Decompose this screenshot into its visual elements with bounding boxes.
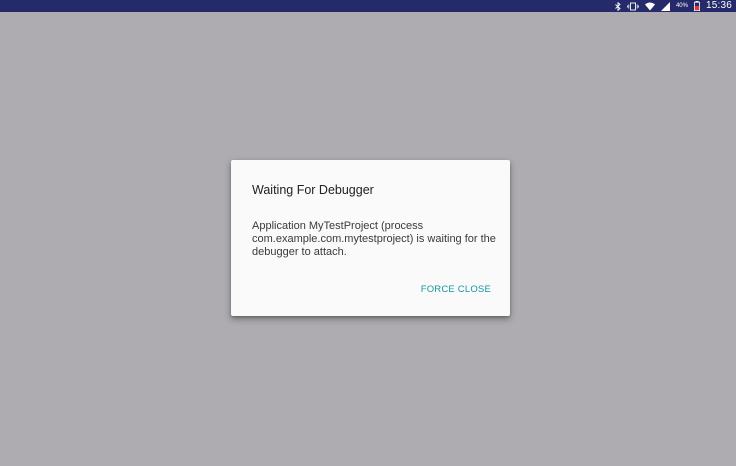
signal-icon bbox=[660, 1, 670, 11]
bluetooth-icon bbox=[615, 1, 621, 11]
dialog-message: Application MyTestProject (process com.e… bbox=[252, 220, 496, 258]
force-close-button[interactable]: FORCE CLOSE bbox=[421, 284, 491, 295]
status-time: 15:36 bbox=[705, 0, 732, 11]
device-screen: 40% 15:36 Waiting For Debugger Applicati… bbox=[0, 0, 736, 466]
wifi-icon bbox=[644, 2, 655, 11]
status-icons: 40% 15:36 bbox=[615, 0, 732, 12]
waiting-for-debugger-dialog: Waiting For Debugger Application MyTestP… bbox=[231, 160, 510, 316]
dialog-title: Waiting For Debugger bbox=[252, 183, 374, 197]
status-bar: 40% 15:36 bbox=[0, 0, 736, 12]
vibrate-icon bbox=[627, 2, 639, 11]
battery-percent: 40% bbox=[675, 3, 688, 9]
battery-icon bbox=[693, 1, 700, 11]
